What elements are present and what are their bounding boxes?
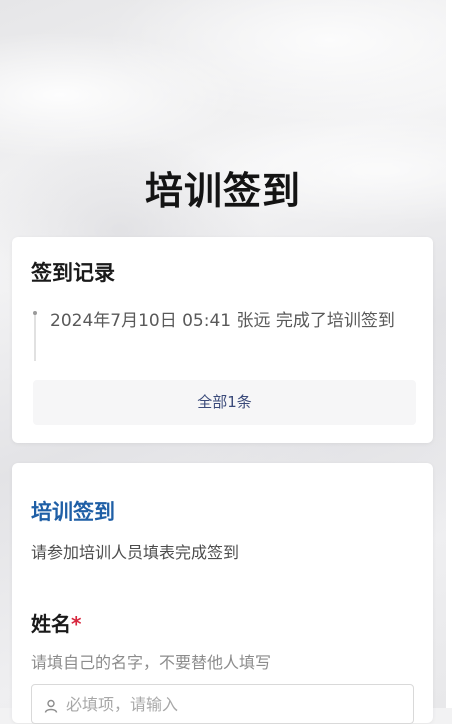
timeline-dot — [33, 311, 37, 315]
form-description: 请参加培训人员填表完成签到 — [31, 543, 240, 562]
checkin-form-card: 培训签到 请参加培训人员填表完成签到 姓名* 请填自己的名字，不要替他人填写 — [12, 463, 433, 724]
scrollbar[interactable] — [446, 0, 452, 708]
name-field-label: 姓名* — [31, 608, 81, 637]
name-field-hint: 请填自己的名字，不要替他人填写 — [31, 653, 272, 672]
name-input[interactable] — [66, 691, 396, 717]
checkin-records-card: 签到记录 2024年7月10日 05:41 张远 完成了培训签到 全部1条 — [12, 237, 433, 443]
name-field[interactable] — [31, 684, 414, 724]
records-title: 签到记录 — [31, 261, 115, 285]
form-title: 培训签到 — [31, 500, 115, 524]
required-mark: * — [71, 612, 82, 636]
record-item: 2024年7月10日 05:41 张远 完成了培训签到 — [50, 311, 395, 331]
name-field-label-text: 姓名 — [31, 612, 71, 636]
timeline-line — [34, 313, 36, 361]
page-title: 培训签到 — [144, 169, 301, 213]
person-icon — [44, 699, 58, 713]
view-all-records-button[interactable]: 全部1条 — [33, 380, 416, 425]
